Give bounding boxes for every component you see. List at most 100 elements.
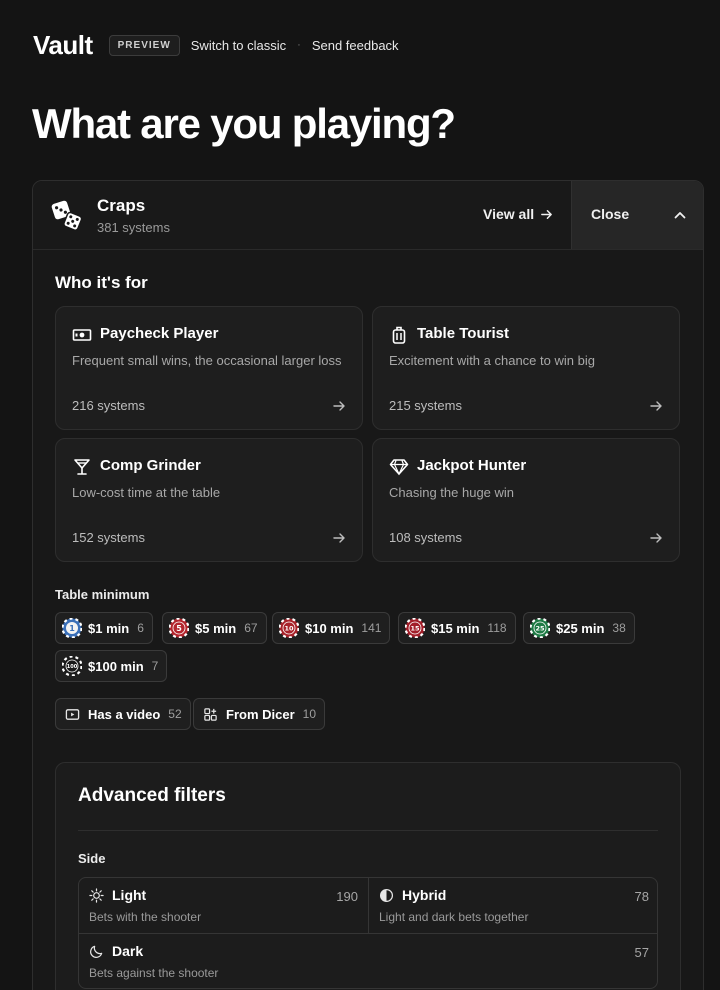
side-count: 57	[634, 945, 649, 960]
page-title: What are you playing?	[32, 100, 456, 147]
filter-count: 52	[168, 707, 182, 721]
chip-5-min[interactable]: 5 $5 min 67	[162, 612, 267, 644]
send-feedback-link[interactable]: Send feedback	[312, 38, 399, 53]
filter-count: 10	[302, 707, 316, 721]
dice-icon	[51, 200, 83, 231]
side-label: Side	[78, 851, 106, 866]
poker-chip-icon: 15	[405, 618, 425, 638]
side-option-light[interactable]: Light Bets with the shooter 190	[79, 878, 369, 934]
side-description: Light and dark bets together	[379, 910, 529, 924]
luggage-icon	[392, 326, 406, 344]
filter-has-video[interactable]: Has a video 52	[55, 698, 191, 730]
chip-label: $25 min	[556, 620, 605, 636]
persona-count: 152 systems	[72, 530, 145, 545]
game-card: Craps 381 systems View all Close Who it'…	[32, 180, 704, 990]
chip-value: 15	[410, 625, 420, 633]
logo[interactable]: Vault	[33, 30, 93, 61]
poker-chip-icon: 5	[169, 618, 189, 638]
switch-to-classic-link[interactable]: Switch to classic	[191, 38, 286, 53]
poker-chip-icon: 10	[279, 618, 299, 638]
persona-count: 215 systems	[389, 398, 462, 413]
advanced-filters-panel: Advanced filters Side Light Bets with th…	[55, 762, 681, 990]
side-description: Bets against the shooter	[89, 966, 219, 980]
chip-label: $100 min	[88, 658, 144, 674]
moon-icon	[90, 945, 103, 958]
side-title: Dark	[112, 943, 144, 959]
persona-title: Paycheck Player	[100, 325, 219, 342]
side-option-dark[interactable]: Dark Bets against the shooter 57	[79, 934, 657, 988]
chip-label: $5 min	[195, 620, 237, 636]
arrow-right-icon	[333, 401, 345, 411]
arrow-right-icon	[333, 533, 345, 543]
arrow-right-icon	[650, 533, 662, 543]
close-button[interactable]: Close	[571, 181, 703, 249]
persona-description: Chasing the huge win	[389, 485, 515, 500]
view-all-label: View all	[483, 206, 535, 222]
arrow-right-icon	[541, 209, 552, 219]
persona-count: 108 systems	[389, 530, 462, 545]
chip-value: 5	[176, 624, 182, 633]
chip-10-min[interactable]: 10 $10 min 141	[272, 612, 391, 644]
persona-count: 216 systems	[72, 398, 145, 413]
side-description: Bets with the shooter	[89, 910, 202, 924]
persona-description: Low-cost time at the table	[72, 485, 221, 500]
video-icon	[65, 708, 80, 720]
persona-title: Jackpot Hunter	[417, 457, 527, 474]
side-count: 78	[634, 889, 649, 904]
chevron-up-icon	[674, 212, 686, 219]
persona-card-jackpot-hunter[interactable]: Jackpot Hunter Chasing the huge win 108 …	[372, 438, 680, 562]
sun-icon	[89, 888, 104, 903]
chip-value: 1	[69, 624, 75, 633]
poker-chip-icon: 1	[62, 618, 82, 638]
chip-15-min[interactable]: 15 $15 min 118	[398, 612, 516, 644]
persona-title: Comp Grinder	[100, 457, 201, 474]
table-minimum-label: Table minimum	[55, 587, 150, 602]
side-option-hybrid[interactable]: Hybrid Light and dark bets together 78	[369, 878, 657, 934]
chip-count: 118	[487, 621, 507, 635]
persona-description: Frequent small wins, the occasional larg…	[72, 353, 342, 368]
game-card-header: Craps 381 systems View all Close	[33, 181, 703, 250]
game-system-count: 381 systems	[97, 220, 170, 235]
filter-label: Has a video	[88, 706, 161, 722]
poker-chip-icon: 100	[62, 656, 82, 676]
advanced-filters-title: Advanced filters	[78, 785, 226, 806]
money-icon	[72, 329, 92, 341]
close-label: Close	[591, 206, 630, 222]
half-circle-icon	[379, 888, 394, 903]
chip-25-min[interactable]: 25 $25 min 38	[523, 612, 635, 644]
chip-label: $15 min	[431, 620, 480, 636]
preview-badge: PREVIEW	[108, 34, 180, 56]
chip-label: $10 min	[305, 620, 354, 636]
side-title: Light	[112, 887, 147, 903]
chip-1-min[interactable]: 1 $1 min 6	[55, 612, 153, 644]
apps-icon	[204, 707, 217, 721]
persona-title: Table Tourist	[417, 325, 509, 342]
who-its-for-title: Who it's for	[55, 273, 148, 292]
side-options: Light Bets with the shooter 190 Hybrid L…	[78, 877, 658, 989]
chip-count: 67	[244, 621, 258, 635]
separator-dot: ·	[297, 39, 301, 51]
filter-label: From Dicer	[226, 706, 295, 722]
side-count: 190	[336, 889, 358, 904]
chip-value: 25	[535, 625, 545, 633]
persona-card-paycheck-player[interactable]: Paycheck Player Frequent small wins, the…	[55, 306, 363, 430]
persona-description: Excitement with a chance to win big	[389, 353, 595, 368]
game-name: Craps	[97, 196, 146, 215]
chip-value: 100	[67, 664, 78, 670]
side-title: Hybrid	[402, 887, 447, 903]
cocktail-icon	[74, 459, 90, 475]
top-bar: Vault PREVIEW Switch to classic · Send f…	[33, 30, 399, 60]
filter-from-dicer[interactable]: From Dicer 10	[193, 698, 325, 730]
poker-chip-icon: 25	[530, 618, 550, 638]
chip-value: 10	[284, 625, 294, 633]
diamond-icon	[389, 459, 409, 476]
arrow-right-icon	[650, 401, 662, 411]
chip-count: 141	[361, 621, 382, 635]
persona-card-comp-grinder[interactable]: Comp Grinder Low-cost time at the table …	[55, 438, 363, 562]
view-all-button[interactable]: View all	[483, 206, 553, 222]
persona-card-table-tourist[interactable]: Table Tourist Excitement with a chance t…	[372, 306, 680, 430]
chip-count: 6	[137, 621, 144, 635]
divider	[78, 830, 658, 831]
chip-100-min[interactable]: 100 $100 min 7	[55, 650, 168, 682]
chip-count: 38	[612, 621, 626, 635]
